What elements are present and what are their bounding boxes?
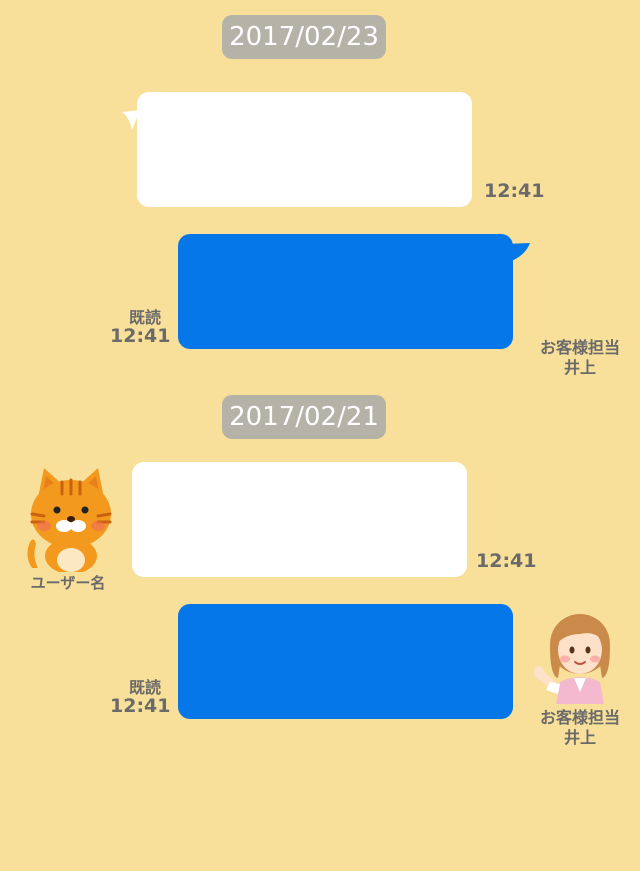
outgoing-message-time: 12:41 [110, 695, 171, 717]
incoming-message-bubble[interactable] [137, 92, 472, 207]
agent-name: お客様担当 井上 [533, 708, 627, 748]
user-avatar[interactable] [22, 464, 120, 574]
incoming-message-bubble[interactable] [132, 462, 467, 577]
cat-avatar-icon [27, 468, 112, 574]
outgoing-message-bubble[interactable] [178, 234, 513, 349]
agent-avatar[interactable] [530, 612, 614, 704]
agent-name-line1: お客様担当 [539, 708, 620, 727]
date-badge: 2017/02/21 [222, 395, 386, 439]
outgoing-message-time: 12:41 [110, 325, 171, 347]
date-badge: 2017/02/23 [222, 15, 386, 59]
agent-name-line2: 井上 [563, 358, 596, 377]
user-name: ユーザー名 [30, 574, 106, 592]
incoming-message-time: 12:41 [484, 180, 545, 202]
outgoing-message-bubble[interactable] [178, 604, 513, 719]
agent-name-line1: お客様担当 [539, 338, 620, 357]
agent-name-line2: 井上 [563, 728, 596, 747]
incoming-message-time: 12:41 [476, 550, 537, 572]
agent-woman-avatar-icon [533, 614, 610, 704]
agent-name: お客様担当 井上 [533, 338, 627, 378]
